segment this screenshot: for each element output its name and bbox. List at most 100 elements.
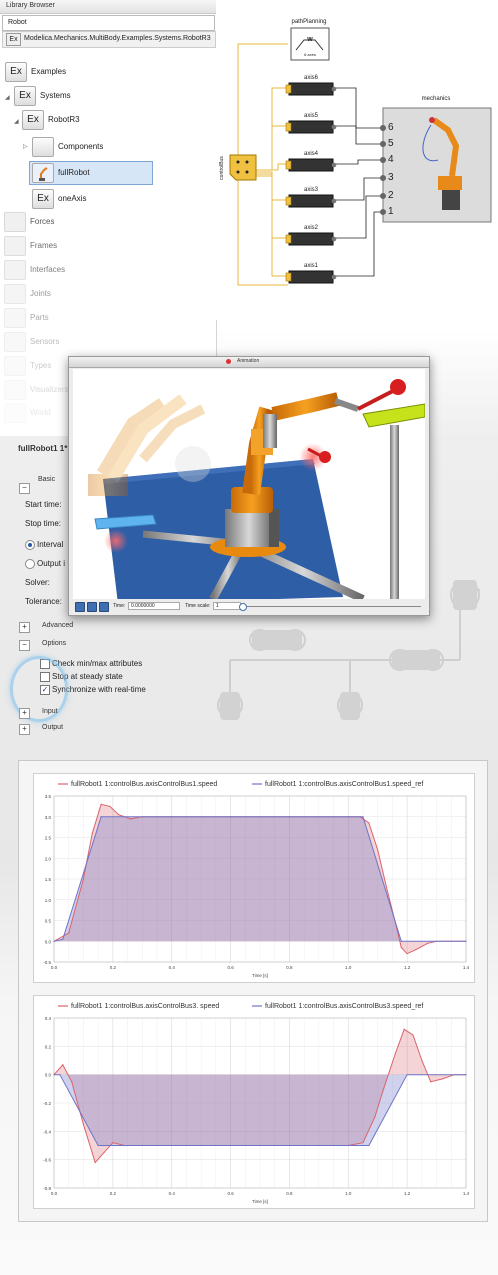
x-axis-label: Time [s]	[252, 1199, 268, 1204]
axis5-label: axis5	[303, 113, 318, 119]
input-expand-button[interactable]: +	[19, 708, 30, 719]
control-bus-connector[interactable]	[229, 154, 257, 181]
package-icon	[32, 137, 54, 157]
example-package-icon: Ex	[22, 110, 44, 130]
series-speed-ref-point	[59, 1074, 61, 1076]
y-tick-label: 2.5	[45, 836, 52, 841]
series-speed-ref-point	[406, 1074, 408, 1076]
animation-title: Animation	[237, 358, 260, 364]
time-label: Time:	[113, 603, 126, 609]
tree-expand-arrow-icon[interactable]: ◢	[14, 118, 19, 125]
time-scale-select[interactable]: 1	[213, 602, 241, 610]
tree-item-sensors[interactable]: Sensors	[4, 332, 204, 354]
stop-time-label: Stop time:	[25, 519, 62, 528]
tree-item-frames[interactable]: Frames	[4, 236, 204, 258]
series-speed-point	[112, 1142, 114, 1144]
series-speed-point	[118, 814, 120, 816]
package-icon	[4, 212, 26, 232]
series-speed-ref-point	[53, 940, 55, 942]
tree-item-examples[interactable]: Ex Examples	[5, 62, 155, 82]
series-speed-point	[441, 1078, 444, 1080]
tree-item-components[interactable]: Components	[32, 137, 182, 157]
series-speed-point	[103, 1151, 105, 1154]
port-number: 5	[388, 138, 394, 149]
package-icon	[4, 260, 26, 280]
x-tick-label: 0.4	[169, 1191, 176, 1196]
time-scale-label: Time scale:	[185, 603, 211, 609]
series-speed-point	[415, 948, 417, 951]
library-search-input[interactable]: Robot	[2, 15, 215, 31]
solver-label: Solver:	[25, 578, 50, 587]
path-planning-symbol: w	[307, 36, 313, 43]
tree-expand-arrow-icon[interactable]: ◢	[5, 94, 10, 101]
tree-item-oneaxis[interactable]: Ex oneAxis	[32, 189, 182, 209]
y-tick-label: 1.5	[45, 877, 52, 882]
tree-item-label: Visualizers	[30, 385, 69, 394]
time-slider[interactable]	[245, 606, 421, 607]
plot2-svg: fullRobot1 1:controlBus.axisControlBus3.…	[43, 1003, 470, 1204]
series-speed-point	[362, 1142, 364, 1144]
output-interval-label: Output i	[37, 559, 66, 568]
animation-titlebar[interactable]: Animation	[69, 357, 429, 368]
tree-item-label: Parts	[30, 313, 49, 322]
time-input[interactable]: 0.0000000	[128, 602, 180, 610]
package-icon	[4, 236, 26, 256]
robot-model-icon	[32, 163, 54, 183]
stop-button[interactable]	[99, 602, 109, 612]
plot-axis3-speed[interactable]: fullRobot1 1:controlBus.axisControlBus3.…	[33, 995, 475, 1209]
y-tick-label: 0.2	[45, 1044, 52, 1049]
series-speed-point	[377, 849, 379, 851]
axis4-label: axis4	[303, 151, 318, 157]
time-slider-handle[interactable]	[239, 603, 247, 611]
series-speed-point	[374, 1116, 376, 1118]
tree-item-interfaces[interactable]: Interfaces	[4, 260, 204, 282]
animation-window[interactable]: Animation Time: 0.0000000 Time scale: 1	[68, 356, 430, 616]
animation-3d-view[interactable]	[73, 369, 425, 599]
simulation-setup-tab[interactable]: fullRobot1 1*	[18, 444, 67, 453]
package-icon	[4, 332, 26, 352]
x-tick-label: 0.4	[169, 965, 176, 970]
series-speed-point	[383, 1088, 385, 1090]
advanced-expand-button[interactable]: +	[19, 622, 30, 633]
tree-item-label: oneAxis	[58, 194, 87, 203]
output-interval-radio[interactable]	[25, 559, 35, 569]
flange-wires	[334, 87, 384, 277]
options-section-label: Options	[42, 640, 67, 647]
legend-speed: fullRobot1 1:controlBus.axisControlBus1.…	[71, 781, 217, 788]
x-tick-label: 1.0	[345, 1191, 352, 1196]
path-example-icon: Ex	[6, 33, 21, 46]
y-tick-label: 0.0	[45, 939, 52, 944]
tree-item-label: Components	[58, 142, 104, 151]
tree-item-robotr3[interactable]: Ex RobotR3	[22, 110, 172, 130]
axis6-label: axis6	[303, 75, 318, 81]
output-expand-button[interactable]: +	[19, 724, 30, 735]
series-speed-point	[394, 1052, 396, 1055]
tree-item-label: fullRobot	[58, 168, 90, 177]
library-browser-title: Library Browser	[6, 2, 56, 9]
series-speed-ref-point	[62, 938, 64, 940]
series-speed-ref-point	[400, 940, 402, 942]
mechanics-block[interactable]	[380, 107, 492, 223]
tree-item-label: Systems	[40, 91, 71, 100]
rewind-button[interactable]	[75, 602, 85, 612]
tree-item-fullrobot[interactable]: fullRobot	[32, 163, 182, 183]
series-speed-point	[82, 1123, 85, 1125]
tree-item-joints[interactable]: Joints	[4, 284, 204, 306]
tree-item-systems[interactable]: Ex Systems	[14, 86, 164, 106]
play-button[interactable]	[87, 602, 97, 612]
package-icon	[4, 308, 26, 328]
tree-collapsed-arrow-icon[interactable]: ▷	[23, 143, 28, 150]
interval-radio[interactable]	[25, 540, 35, 550]
x-tick-label: 1.4	[463, 1191, 470, 1196]
series-speed-ref-point	[362, 816, 364, 818]
basic-collapse-button[interactable]: −	[19, 483, 30, 494]
plot-axis1-speed[interactable]: fullRobot1 1:controlBus.axisControlBus1.…	[33, 773, 475, 983]
options-collapse-button[interactable]: −	[19, 640, 30, 651]
library-path-breadcrumb[interactable]: Ex Modelica.Mechanics.MultiBody.Examples…	[2, 31, 216, 48]
close-icon[interactable]	[226, 359, 231, 364]
tree-item-forces[interactable]: Forces	[4, 212, 204, 234]
axis1-label: axis1	[303, 263, 318, 269]
tree-item-parts[interactable]: Parts	[4, 308, 204, 330]
series-speed-point	[385, 886, 388, 888]
example-package-icon: Ex	[5, 62, 27, 82]
